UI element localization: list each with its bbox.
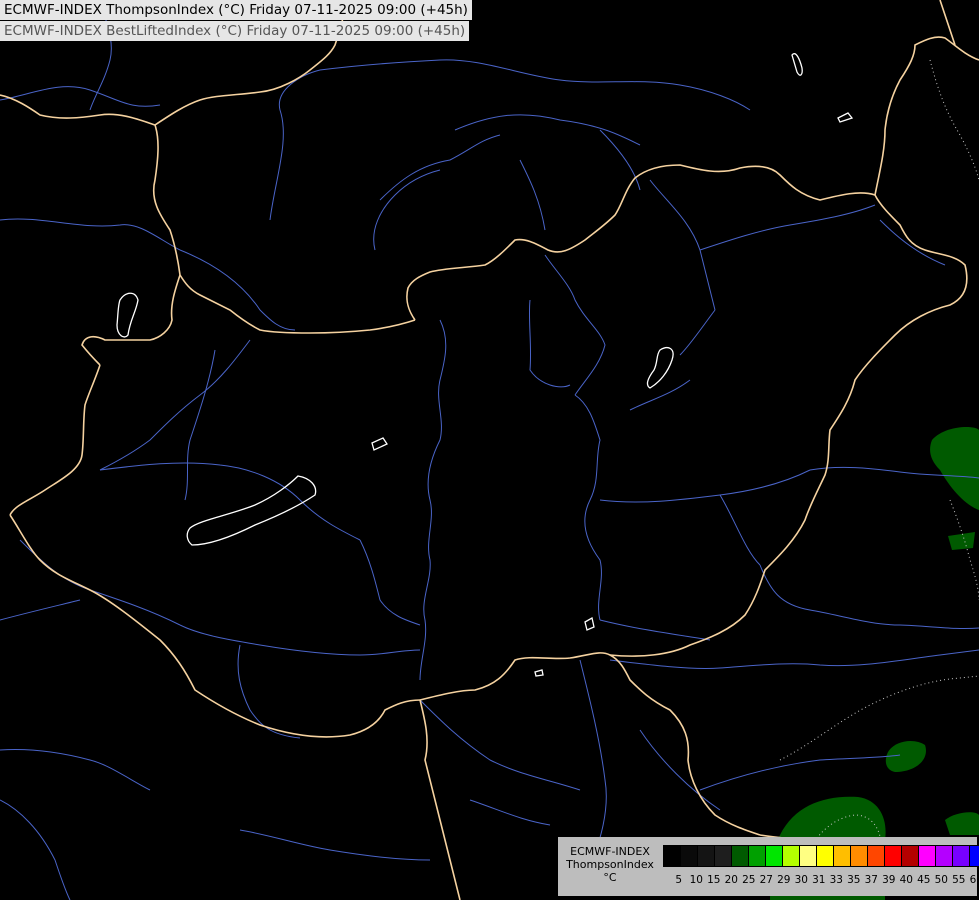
legend-tick-label: 40 [899,874,913,886]
legend-swatch [766,846,783,866]
legend-tick-label: 50 [934,874,948,886]
legend-tick-label: 30 [794,874,808,886]
legend-swatch [681,846,698,866]
legend-tick-label: 35 [847,874,861,886]
legend-swatches [663,845,979,867]
legend-ticks: 5 10 1520 2527 2930 3133 3537 3940 4550 5560 [670,874,979,886]
legend-swatch [919,846,936,866]
map-title-primary: ECMWF-INDEX ThompsonIndex (°C) Friday 07… [0,0,472,20]
color-legend: ECMWF-INDEX ThompsonIndex °C 5 10 15 20 25 27… [558,837,979,896]
legend-tick-label: 33 [829,874,843,886]
legend-tick-label: 25 [742,874,756,886]
legend-tick-label: 5 [675,874,683,886]
legend-swatch [851,846,868,866]
legend-title-line3: °C [603,871,617,884]
map-title-secondary: ECMWF-INDEX BestLiftedIndex (°C) Friday … [0,21,470,41]
legend-tick-label: 60 [969,874,979,886]
legend-swatch [953,846,970,866]
legend-swatch [817,846,834,866]
legend-tick-label: 37 [864,874,878,886]
legend-swatch [834,846,851,866]
legend-swatch [936,846,953,866]
legend-tick-label: 31 [812,874,826,886]
legend-tick-label: 27 [759,874,773,886]
legend-swatch [800,846,817,866]
legend-swatch [885,846,902,866]
legend-swatch [783,846,800,866]
legend-swatch [698,846,715,866]
legend-title-line2: ThompsonIndex [566,858,654,871]
legend-tick-label: 20 [724,874,738,886]
legend-swatch [902,846,919,866]
legend-tick-label: 10 [689,874,703,886]
legend-tick-label: 55 [952,874,966,886]
legend-tick-label: 45 [917,874,931,886]
legend-swatch [664,846,681,866]
legend-title-line1: ECMWF-INDEX [570,845,650,858]
legend-tick-label: 29 [777,874,791,886]
legend-tick-label: 39 [882,874,896,886]
legend-tick-label: 15 [707,874,721,886]
legend-swatch [970,846,979,866]
legend-swatch [715,846,732,866]
legend-swatch [868,846,885,866]
weather-map [0,0,979,900]
legend-swatch [749,846,766,866]
legend-title: ECMWF-INDEX ThompsonIndex °C [562,845,658,884]
legend-swatch [732,846,749,866]
